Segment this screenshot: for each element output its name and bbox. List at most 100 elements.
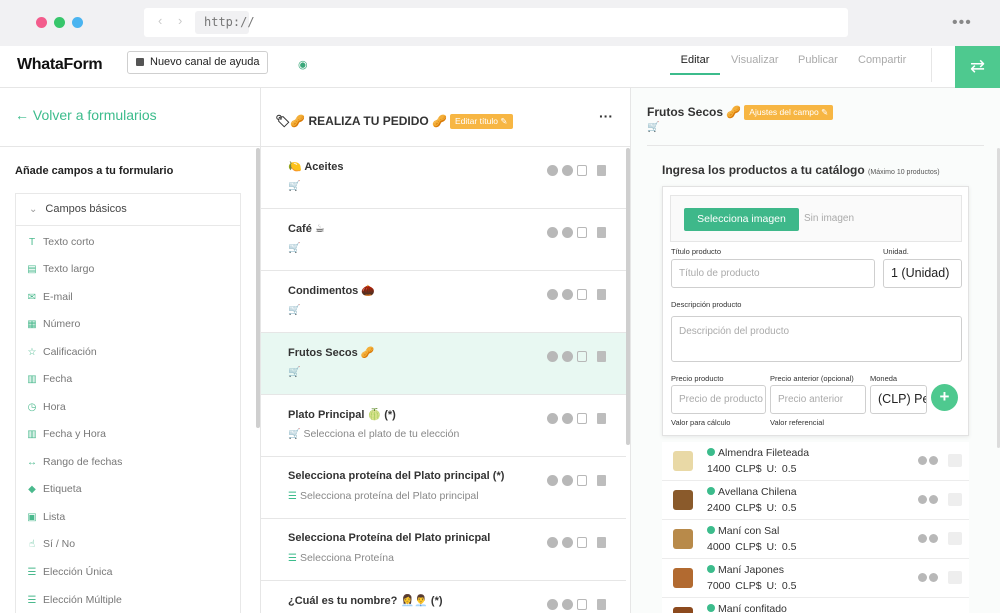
field-type-tag[interactable]: ◆ Etiqueta xyxy=(26,483,81,499)
window-minimize-dot[interactable] xyxy=(54,17,65,28)
product-item[interactable]: Avellana Chilena 2400 CLP$ U: 0.5 xyxy=(662,481,969,520)
tab-editar[interactable]: Editar xyxy=(670,46,720,75)
move-up-icon[interactable] xyxy=(547,289,558,301)
trash-icon[interactable] xyxy=(948,493,962,507)
window-close-dot[interactable] xyxy=(36,17,47,28)
field-type-single-choice[interactable]: ☰ Elección Única xyxy=(26,566,113,582)
left-scrollbar[interactable] xyxy=(256,148,260,428)
unit-select[interactable]: 1 (Unidad) xyxy=(883,259,962,288)
move-down-icon[interactable] xyxy=(929,534,938,544)
old-price-input[interactable]: Precio anterior xyxy=(770,385,866,414)
copy-icon[interactable] xyxy=(577,289,587,301)
add-product-button[interactable]: + xyxy=(931,384,958,411)
basic-fields-header[interactable]: ⌄ Campos básicos xyxy=(16,194,240,226)
trash-icon[interactable] xyxy=(948,454,962,468)
move-down-icon[interactable] xyxy=(562,599,573,611)
tab-visualizar[interactable]: Visualizar xyxy=(731,46,779,75)
product-item[interactable]: Maní Japones 7000 CLP$ U: 0.5 xyxy=(662,559,969,598)
description-textarea[interactable]: Descripción del producto xyxy=(671,316,962,362)
question-row[interactable]: ¿Cuál es tu nombre? 👩‍💼👨‍💼 (*) xyxy=(261,581,626,613)
move-up-icon[interactable] xyxy=(547,351,558,363)
copy-icon[interactable] xyxy=(577,599,587,611)
move-up-icon[interactable] xyxy=(918,495,927,505)
move-up-icon[interactable] xyxy=(918,573,927,583)
trash-icon[interactable] xyxy=(597,351,606,363)
field-type-rating[interactable]: ☆ Calificación xyxy=(26,346,97,362)
price-input[interactable]: Precio de producto xyxy=(671,385,766,414)
field-type-date-range[interactable]: ↔ Rango de fechas xyxy=(26,456,122,472)
question-row[interactable]: Selecciona proteína del Plato principal … xyxy=(261,457,626,519)
copy-icon[interactable] xyxy=(577,413,587,425)
trash-icon[interactable] xyxy=(597,227,606,239)
move-down-icon[interactable] xyxy=(562,227,573,239)
copy-icon[interactable] xyxy=(577,475,587,487)
trash-icon[interactable] xyxy=(597,599,606,611)
field-type-short-text[interactable]: T Texto corto xyxy=(26,236,94,252)
move-up-icon[interactable] xyxy=(547,227,558,239)
question-row[interactable]: Café ☕ 🛒 xyxy=(261,209,626,271)
question-row-selected[interactable]: Frutos Secos 🥜 🛒 xyxy=(261,333,626,395)
logo[interactable]: WhataForm xyxy=(17,56,103,74)
tab-compartir[interactable]: Compartir xyxy=(858,46,906,75)
help-channel-button[interactable]: Nuevo canal de ayuda xyxy=(127,51,269,74)
product-item[interactable]: Almendra Fileteada 1400 CLP$ U: 0.5 xyxy=(662,442,969,481)
question-row[interactable]: Condimentos 🌰 🛒 xyxy=(261,271,626,333)
move-down-icon[interactable] xyxy=(562,413,573,425)
field-type-email[interactable]: ✉ E-mail xyxy=(26,291,73,307)
move-up-icon[interactable] xyxy=(547,599,558,611)
move-down-icon[interactable] xyxy=(562,165,573,177)
move-down-icon[interactable] xyxy=(929,456,938,466)
more-options-icon[interactable]: ··· xyxy=(599,108,613,124)
trash-icon[interactable] xyxy=(597,537,606,549)
middle-scrollbar[interactable] xyxy=(626,148,630,445)
product-item[interactable]: Maní confitado xyxy=(662,598,969,613)
move-down-icon[interactable] xyxy=(929,495,938,505)
trash-icon[interactable] xyxy=(597,413,606,425)
nav-arrows-icon[interactable]: ‹ › xyxy=(158,13,188,28)
field-type-date[interactable]: ▥ Fecha xyxy=(26,373,72,389)
move-down-icon[interactable] xyxy=(562,537,573,549)
select-image-button[interactable]: Selecciona imagen xyxy=(684,208,799,231)
tab-publicar[interactable]: Publicar xyxy=(798,46,838,75)
swap-icon[interactable]: ⇄ xyxy=(955,46,1000,88)
field-type-datetime[interactable]: ▥ Fecha y Hora xyxy=(26,428,106,444)
currency-select[interactable]: (CLP) Peso xyxy=(870,385,927,414)
copy-icon[interactable] xyxy=(577,537,587,549)
copy-icon[interactable] xyxy=(577,165,587,177)
question-row[interactable]: Selecciona Proteína del Plato prinicpal … xyxy=(261,519,626,581)
trash-icon[interactable] xyxy=(597,165,606,177)
edit-title-badge[interactable]: Editar título ✎ xyxy=(450,114,513,129)
field-type-time[interactable]: ◷ Hora xyxy=(26,401,66,417)
field-type-yes-no[interactable]: ☝ Sí / No xyxy=(26,538,75,554)
move-up-icon[interactable] xyxy=(918,534,927,544)
move-up-icon[interactable] xyxy=(547,413,558,425)
back-to-forms-link[interactable]: ← Volver a formularios xyxy=(15,107,157,123)
field-type-long-text[interactable]: ▤ Texto largo xyxy=(26,263,94,279)
field-type-list[interactable]: ▣ Lista xyxy=(26,511,65,527)
copy-icon[interactable] xyxy=(577,227,587,239)
field-type-number[interactable]: ▦ Número xyxy=(26,318,80,334)
trash-icon[interactable] xyxy=(948,532,962,546)
move-down-icon[interactable] xyxy=(562,351,573,363)
question-row[interactable]: 🍋 Aceites 🛒 xyxy=(261,147,626,209)
gauge-icon[interactable]: ◉ xyxy=(298,58,308,71)
move-up-icon[interactable] xyxy=(918,456,927,466)
trash-icon[interactable] xyxy=(597,289,606,301)
move-up-icon[interactable] xyxy=(547,475,558,487)
browser-menu-icon[interactable]: ••• xyxy=(952,14,972,32)
trash-icon[interactable] xyxy=(597,475,606,487)
move-down-icon[interactable] xyxy=(562,475,573,487)
product-title-input[interactable]: Título de producto xyxy=(671,259,875,288)
field-settings-badge[interactable]: Ajustes del campo ✎ xyxy=(744,105,834,120)
window-maximize-dot[interactable] xyxy=(72,17,83,28)
move-up-icon[interactable] xyxy=(547,165,558,177)
move-down-icon[interactable] xyxy=(562,289,573,301)
move-down-icon[interactable] xyxy=(929,573,938,583)
trash-icon[interactable] xyxy=(948,571,962,585)
product-item[interactable]: Maní con Sal 4000 CLP$ U: 0.5 xyxy=(662,520,969,559)
url-text[interactable]: http:// xyxy=(195,11,255,34)
move-up-icon[interactable] xyxy=(547,537,558,549)
field-type-multiple-choice[interactable]: ☰ Elección Múltiple xyxy=(26,594,122,610)
question-row[interactable]: Plato Principal 🍈 (*) 🛒 Selecciona el pla… xyxy=(261,395,626,457)
copy-icon[interactable] xyxy=(577,351,587,363)
